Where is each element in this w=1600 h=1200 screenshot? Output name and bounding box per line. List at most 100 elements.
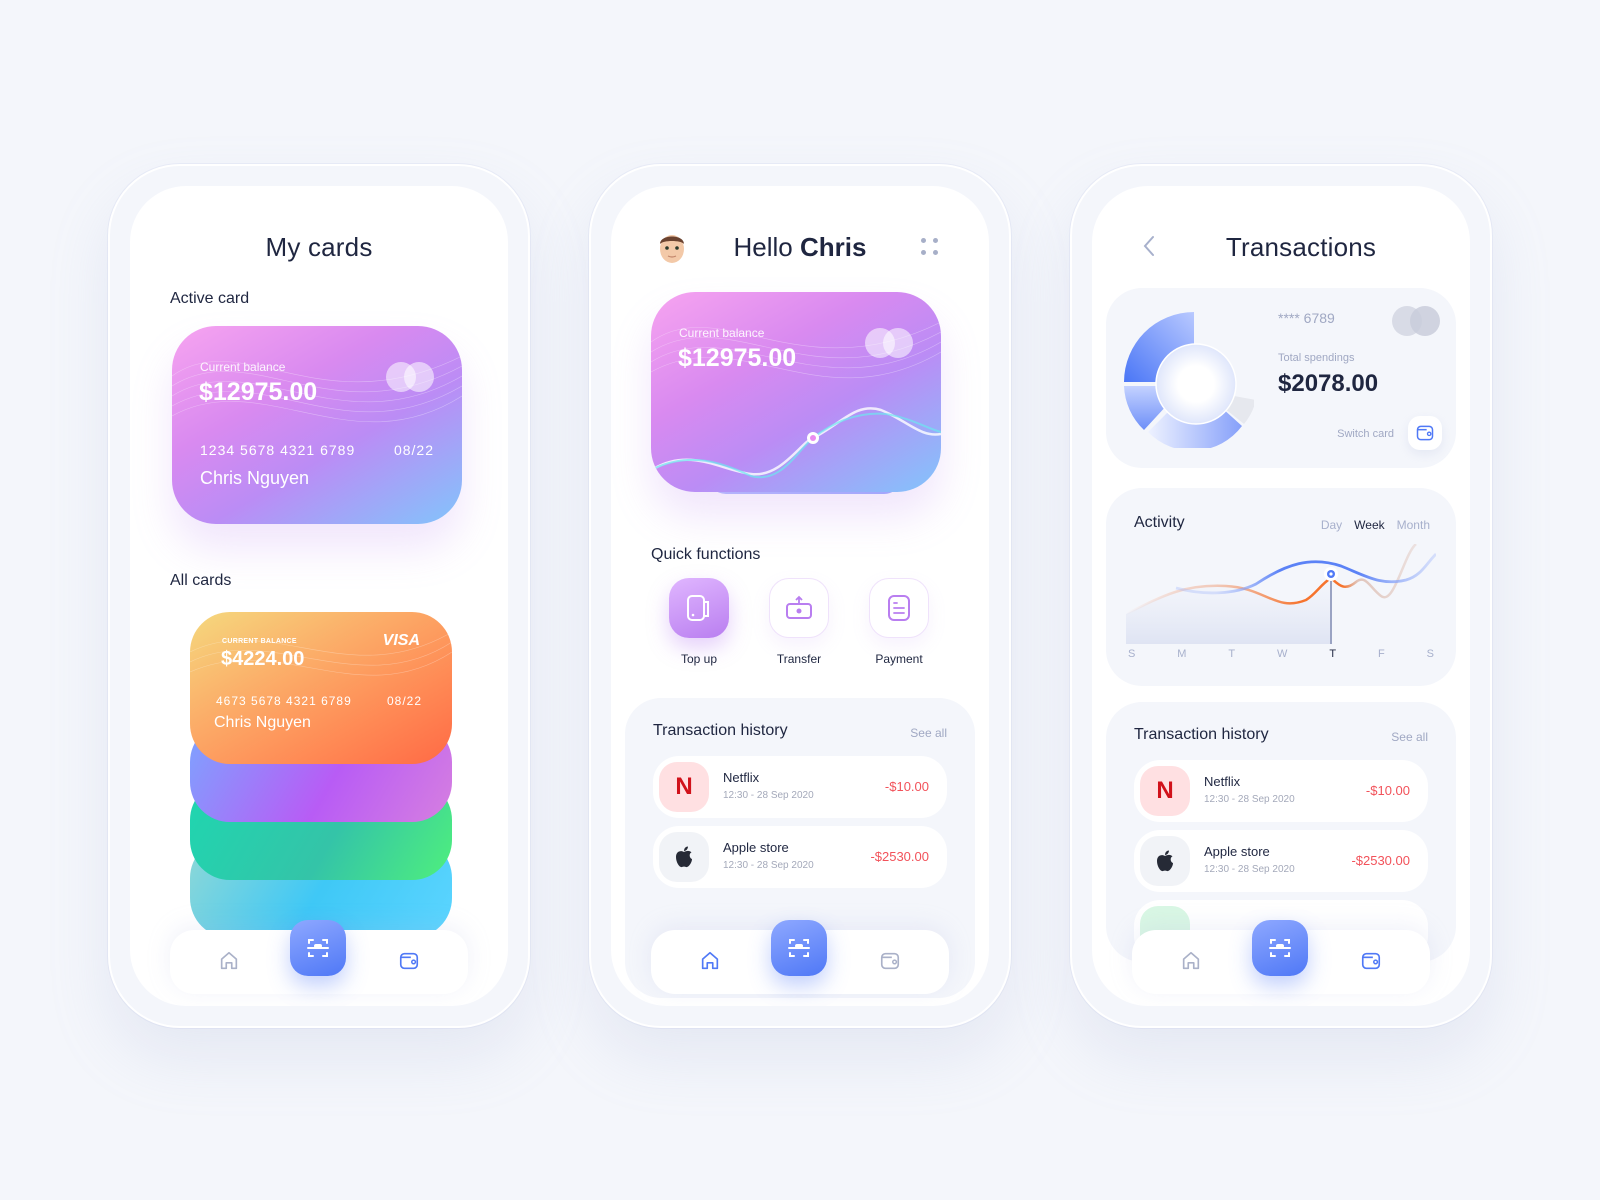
transaction-name: Netflix xyxy=(723,770,760,785)
apple-icon xyxy=(1140,836,1190,886)
tab-month[interactable]: Month xyxy=(1397,518,1430,532)
scan-button[interactable] xyxy=(290,920,346,976)
day-tick[interactable]: M xyxy=(1177,648,1186,660)
scan-icon xyxy=(1269,939,1291,957)
mastercard-icon xyxy=(386,362,434,392)
balance-amount: $12975.00 xyxy=(199,378,318,406)
bottom-nav xyxy=(1132,920,1430,994)
wallet-icon[interactable] xyxy=(398,950,420,972)
transfer-button[interactable] xyxy=(769,578,829,638)
see-all-link[interactable]: See all xyxy=(1391,730,1428,744)
visa-card[interactable]: CURRENT BALANCE $4224.00 VISA 4673 5678 … xyxy=(190,612,452,764)
quick-function-transfer[interactable]: Transfer xyxy=(769,578,829,666)
netflix-icon: N xyxy=(659,762,709,812)
all-cards-label: All cards xyxy=(170,572,232,589)
spendings-panel: **** 6789 Total spendings $2078.00 Switc… xyxy=(1106,288,1456,468)
payment-icon xyxy=(888,595,910,621)
day-tick[interactable]: F xyxy=(1378,648,1385,660)
transaction-date: 12:30 - 28 Sep 2020 xyxy=(723,790,814,801)
card-expiry: 08/22 xyxy=(393,442,434,458)
spending-donut-chart xyxy=(1124,312,1254,448)
quick-function-label: Payment xyxy=(875,652,923,666)
page-title: Transactions xyxy=(1225,232,1377,262)
balance-card[interactable]: Current balance $12975.00 xyxy=(651,292,941,492)
home-icon[interactable] xyxy=(699,950,721,972)
period-tabs: Day Week Month xyxy=(1309,518,1430,532)
day-tick[interactable]: S xyxy=(1128,648,1135,660)
transfer-icon xyxy=(786,595,812,619)
transaction-amount: -$10.00 xyxy=(1365,783,1410,798)
home-icon[interactable] xyxy=(218,950,240,972)
user-name: Chris xyxy=(800,232,867,262)
masked-card-number: **** 6789 xyxy=(1278,310,1335,326)
menu-dots-icon[interactable] xyxy=(921,238,941,258)
total-spendings-amount: $2078.00 xyxy=(1278,370,1379,397)
page-title: My cards xyxy=(265,232,373,262)
card-holder: Chris Nguyen xyxy=(200,468,310,488)
see-all-link[interactable]: See all xyxy=(910,726,947,740)
wallet-icon xyxy=(1416,425,1434,441)
day-tick[interactable]: S xyxy=(1427,648,1434,660)
scan-button[interactable] xyxy=(1252,920,1308,976)
scan-icon xyxy=(307,939,329,957)
switch-card-label[interactable]: Switch card xyxy=(1337,428,1394,440)
transaction-row[interactable]: Apple store 12:30 - 28 Sep 2020 -$2530.0… xyxy=(653,826,947,888)
transaction-name: Netflix xyxy=(1204,774,1241,789)
bottom-nav xyxy=(651,920,949,994)
tab-day[interactable]: Day xyxy=(1321,518,1342,532)
phone-my-cards: My cards Active card Current balance $12… xyxy=(108,164,530,1028)
transaction-row[interactable]: N Netflix 12:30 - 28 Sep 2020 -$10.00 xyxy=(1134,760,1428,822)
activity-title: Activity xyxy=(1134,514,1185,531)
day-tick-selected[interactable]: T xyxy=(1329,648,1336,660)
bottom-nav xyxy=(170,920,468,994)
card-wave-pattern xyxy=(172,355,462,423)
balance-label: Current balance xyxy=(200,360,286,374)
quick-functions-label: Quick functions xyxy=(651,546,761,563)
wallet-icon[interactable] xyxy=(1360,950,1382,972)
weekday-axis: S M T W T F S xyxy=(1128,648,1434,660)
phone-home: Hello Chris Current balance $12975.00 Qu… xyxy=(589,164,1011,1028)
card-expiry: 08/22 xyxy=(386,694,422,708)
balance-amount: $4224.00 xyxy=(221,648,305,670)
home-icon[interactable] xyxy=(1180,950,1202,972)
transaction-date: 12:30 - 28 Sep 2020 xyxy=(1204,864,1295,875)
transaction-amount: -$10.00 xyxy=(884,779,929,794)
quick-function-label: Transfer xyxy=(776,652,822,666)
transaction-name: Apple store xyxy=(723,840,789,855)
scan-button[interactable] xyxy=(771,920,827,976)
transaction-amount: -$2530.00 xyxy=(1351,853,1410,868)
day-tick[interactable]: W xyxy=(1277,648,1287,660)
transaction-name: Apple store xyxy=(1204,844,1270,859)
balance-trend-line xyxy=(654,407,941,479)
screen-my-cards: My cards Active card Current balance $12… xyxy=(130,186,508,1006)
day-tick[interactable]: T xyxy=(1228,648,1235,660)
active-card[interactable]: Current balance $12975.00 1234 5678 4321… xyxy=(172,326,462,524)
switch-card-button[interactable] xyxy=(1408,416,1442,450)
screen-home: Hello Chris Current balance $12975.00 Qu… xyxy=(611,186,989,1006)
transaction-date: 12:30 - 28 Sep 2020 xyxy=(1204,794,1295,805)
transaction-date: 12:30 - 28 Sep 2020 xyxy=(723,860,814,871)
transaction-history-title: Transaction history xyxy=(653,722,788,739)
quick-function-payment[interactable]: Payment xyxy=(869,578,929,666)
payment-button[interactable] xyxy=(869,578,929,638)
card-number: 1234 5678 4321 6789 xyxy=(200,442,356,458)
quick-function-top-up[interactable]: Top up xyxy=(669,578,729,666)
active-card-label: Active card xyxy=(170,290,250,307)
tab-week[interactable]: Week xyxy=(1354,518,1384,532)
mastercard-icon xyxy=(1392,306,1440,336)
activity-panel: Activity Day Week Month S M T W T F S xyxy=(1106,488,1456,686)
card-holder: Chris Nguyen xyxy=(214,714,311,731)
card-number: 4673 5678 4321 6789 xyxy=(216,694,352,708)
transaction-row[interactable]: Apple store 12:30 - 28 Sep 2020 -$2530.0… xyxy=(1134,830,1428,892)
transaction-amount: -$2530.00 xyxy=(870,849,929,864)
netflix-icon: N xyxy=(1140,766,1190,816)
visa-logo: VISA xyxy=(382,632,420,649)
phone-transactions: Transactions **** 6789 Total spendings $… xyxy=(1070,164,1492,1028)
top-up-button[interactable] xyxy=(669,578,729,638)
apple-icon xyxy=(659,832,709,882)
activity-chart xyxy=(1126,544,1436,644)
quick-function-label: Top up xyxy=(680,652,718,666)
transaction-history-title: Transaction history xyxy=(1134,726,1269,743)
transaction-row[interactable]: N Netflix 12:30 - 28 Sep 2020 -$10.00 xyxy=(653,756,947,818)
wallet-icon[interactable] xyxy=(879,950,901,972)
